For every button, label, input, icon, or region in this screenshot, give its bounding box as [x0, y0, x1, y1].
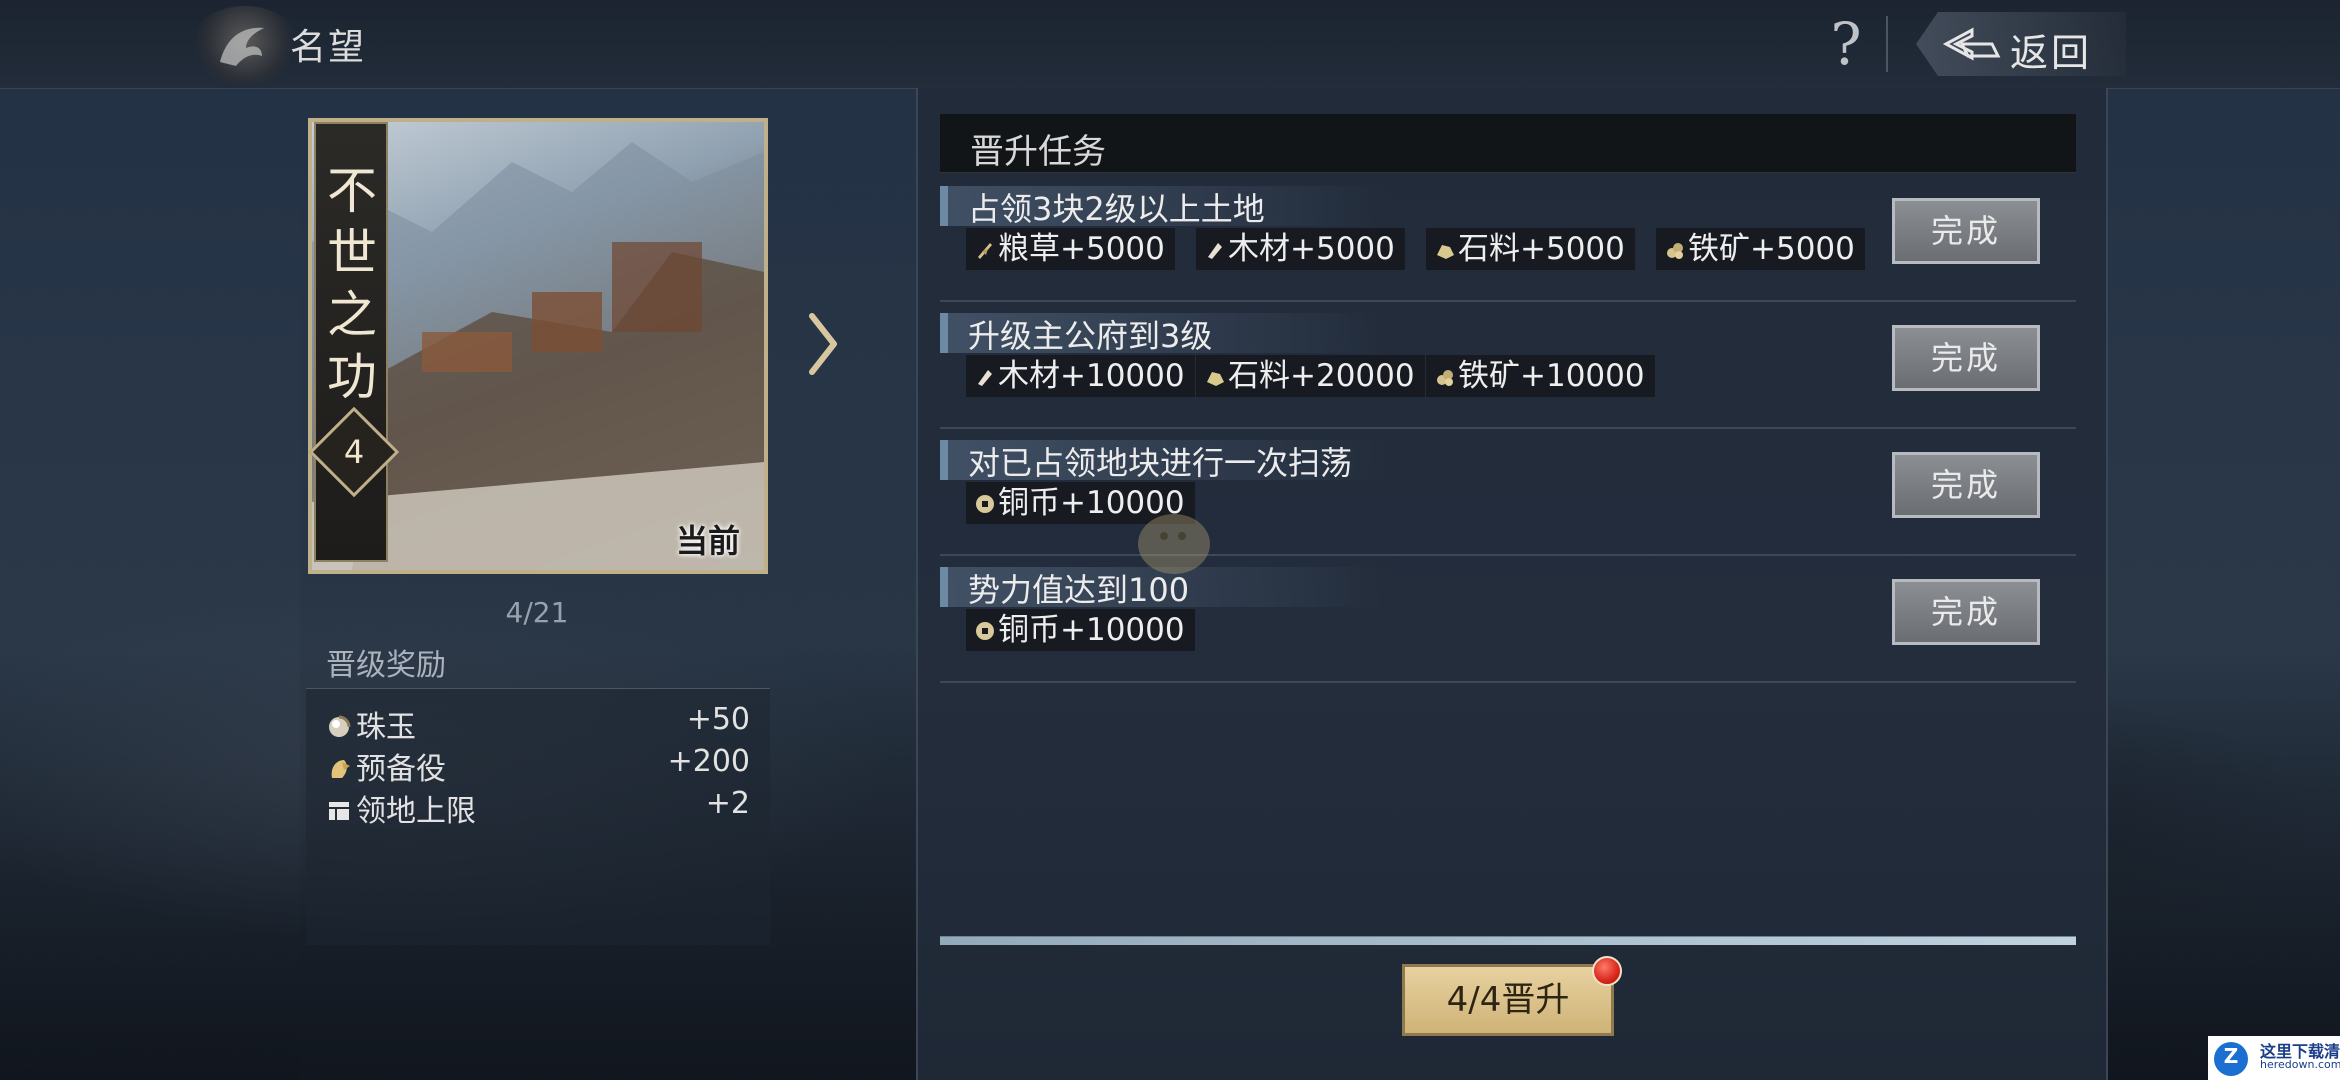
rank-progress: 4/21 — [505, 596, 569, 629]
reward-text: 铁矿+5000 — [1688, 231, 1855, 267]
current-tag: 当前 — [676, 522, 741, 560]
reward-text: 铜币+10000 — [998, 612, 1185, 648]
back-button[interactable]: 返回 — [1916, 12, 2126, 76]
reward-chip: 粮草+5000 — [966, 228, 1175, 270]
reward-text: 木材+10000 — [998, 358, 1185, 394]
complete-button[interactable]: 完成 — [1892, 579, 2040, 645]
task-row: 升级主公府到3级 木材+10000 石料+20000 铁矿+10000 完成 — [940, 301, 2076, 429]
task-title: 升级主公府到3级 — [968, 317, 1213, 355]
task-row: 占领3块2级以上土地 粮草+5000 木材+5000 石料+5000 铁矿+50… — [940, 174, 2076, 302]
complete-button[interactable]: 完成 — [1892, 325, 2040, 391]
reward-row: 预备役 +200 — [326, 744, 756, 787]
complete-button[interactable]: 完成 — [1892, 452, 2040, 518]
reward-chip: 木材+5000 — [1196, 228, 1405, 270]
reserve-troops-icon — [331, 760, 350, 778]
wood-icon — [978, 370, 992, 386]
reward-value: +50 — [686, 702, 750, 737]
reward-text: 铁矿+10000 — [1458, 358, 1645, 394]
iron-icon — [1667, 243, 1683, 259]
iron-icon — [1437, 370, 1453, 386]
task-header: 晋升任务 — [940, 114, 2076, 173]
reward-label: 预备役 — [356, 752, 446, 787]
copper-coin-icon — [976, 622, 994, 640]
reward-chip: 铁矿+10000 — [1426, 355, 1655, 397]
page-title: 名望 — [290, 27, 367, 68]
help-button[interactable]: ? — [1822, 10, 1870, 78]
watermark-badge: Z 这里下载清 heredown.com — [2208, 1036, 2340, 1080]
top-bar: 名望 ? 返回 — [0, 0, 2340, 89]
reward-chip: 铜币+10000 — [966, 609, 1195, 651]
reward-value: +2 — [705, 786, 750, 821]
task-title: 占领3块2级以上土地 — [968, 190, 1265, 228]
watermark-mascot-icon — [1138, 514, 1210, 574]
copper-coin-icon — [976, 495, 994, 513]
promote-button[interactable]: 4/4晋升 — [1402, 964, 1614, 1036]
reward-text: 木材+5000 — [1228, 231, 1395, 267]
reward-text: 粮草+5000 — [998, 231, 1165, 267]
reward-row: 领地上限 +2 — [326, 786, 756, 829]
reward-value: +200 — [667, 744, 750, 779]
level-number: 4 — [343, 433, 365, 471]
watermark-url: heredown.com — [2260, 1058, 2340, 1071]
reward-text: 石料+5000 — [1458, 231, 1625, 267]
grain-icon — [978, 243, 992, 259]
reward-row: 珠玉 +50 — [326, 702, 756, 745]
task-heading: 晋升任务 — [970, 132, 1106, 172]
task-row: 势力值达到100 铜币+10000 完成 — [940, 555, 2076, 683]
back-arrow-icon — [1942, 27, 2001, 61]
divider — [1886, 16, 1888, 72]
complete-button[interactable]: 完成 — [1892, 198, 2040, 264]
reward-chip: 石料+20000 — [1196, 355, 1425, 397]
stone-icon — [1437, 245, 1454, 259]
territory-icon — [329, 802, 349, 820]
reward-label: 珠玉 — [356, 710, 416, 745]
promotion-progress-bar — [940, 936, 2076, 945]
wood-icon — [1208, 243, 1222, 259]
task-row: 对已占领地块进行一次扫荡 铜币+10000 完成 — [940, 428, 2076, 556]
reward-chip: 木材+10000 — [966, 355, 1195, 397]
reward-text: 石料+20000 — [1228, 358, 1415, 394]
reward-chip: 铁矿+5000 — [1656, 228, 1865, 270]
dragon-emblem-icon — [190, 6, 300, 84]
rank-name: 不世之功 — [327, 162, 377, 406]
back-label: 返回 — [2010, 31, 2093, 75]
stone-icon — [1207, 372, 1224, 386]
reward-heading: 晋级奖励 — [326, 648, 446, 683]
pearl-icon — [329, 715, 351, 737]
reward-label: 领地上限 — [356, 794, 476, 829]
watermark-logo-text: Z — [2223, 1044, 2239, 1068]
task-title: 对已占领地块进行一次扫荡 — [968, 444, 1353, 482]
next-rank-chevron-icon[interactable] — [808, 312, 838, 376]
notification-dot — [1592, 956, 1622, 986]
reward-chip: 石料+5000 — [1426, 228, 1635, 270]
